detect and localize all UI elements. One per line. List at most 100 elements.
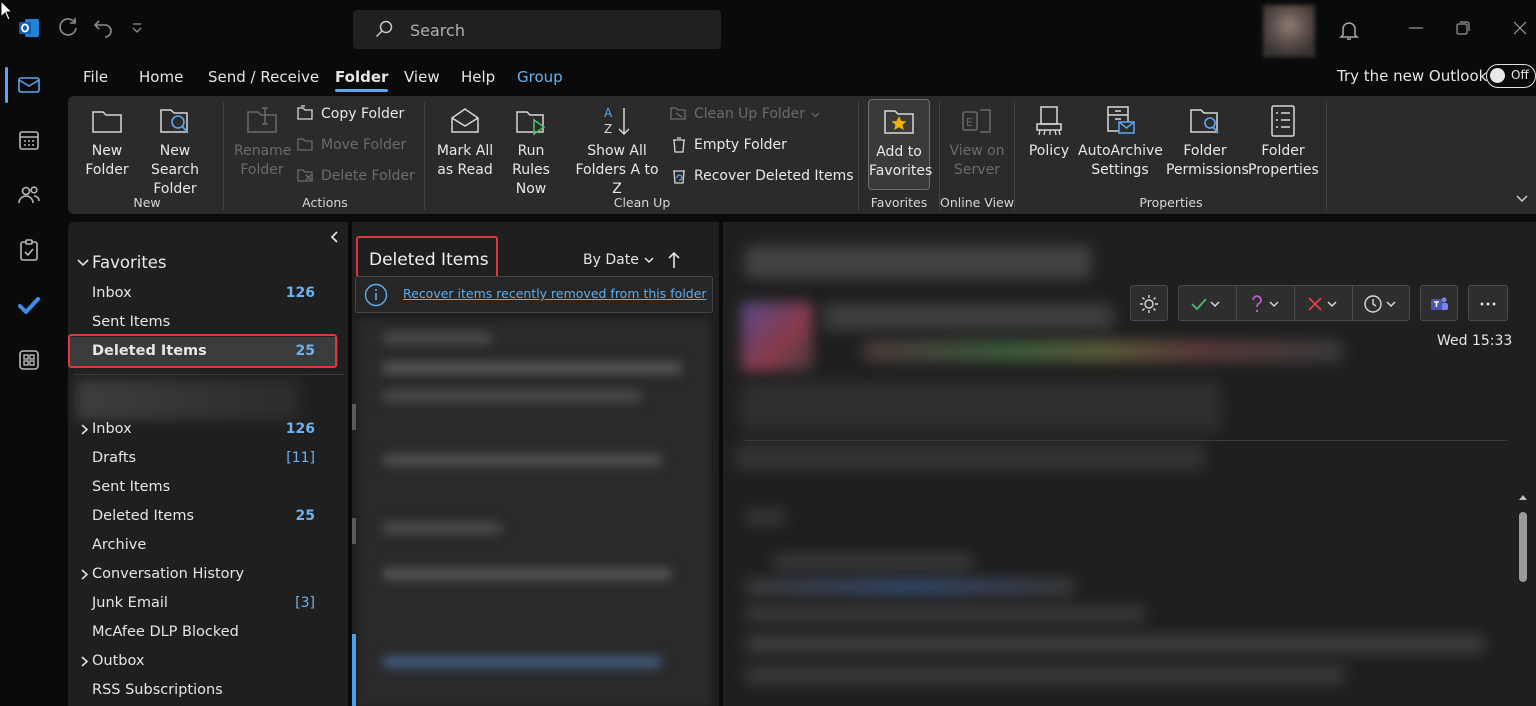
tab-home[interactable]: Home xyxy=(139,68,183,86)
list-marker xyxy=(352,404,356,430)
favorite-item-sent-items[interactable]: Sent Items xyxy=(68,308,338,337)
policy-button[interactable]: Policy xyxy=(1024,104,1074,161)
chevron-right-icon[interactable] xyxy=(78,568,91,581)
new-search-folder-button[interactable]: New Search Folder xyxy=(136,104,214,199)
restore-icon[interactable] xyxy=(1451,16,1475,40)
folder-item-conversation-history[interactable]: Conversation History xyxy=(68,560,338,589)
minimize-icon[interactable] xyxy=(1404,16,1428,40)
undo-icon[interactable] xyxy=(91,15,115,39)
favorites-header[interactable]: Favorites xyxy=(76,253,167,272)
close-icon[interactable] xyxy=(1508,16,1532,40)
ribbon-separator xyxy=(223,102,224,210)
chevron-down-icon[interactable] xyxy=(1326,294,1338,314)
new-outlook-toggle[interactable]: Off xyxy=(1486,64,1536,88)
outlook-logo-icon[interactable] xyxy=(18,17,40,39)
chevron-down-icon[interactable] xyxy=(1268,294,1280,314)
view-on-server-button[interactable]: E View on Server xyxy=(946,104,1008,180)
more-options-button[interactable] xyxy=(1468,285,1508,321)
chevron-down-icon[interactable] xyxy=(1385,294,1397,314)
folder-item-junk-email[interactable]: Junk Email [3] xyxy=(68,589,338,618)
scroll-up-arrow-icon[interactable] xyxy=(1517,492,1529,502)
tab-folder[interactable]: Folder xyxy=(335,68,389,92)
tasks-icon[interactable] xyxy=(17,238,41,262)
decline-x-icon[interactable] xyxy=(1305,294,1325,314)
empty-folder-label: Empty Folder xyxy=(694,137,787,153)
tab-view[interactable]: View xyxy=(404,68,440,86)
tab-send-receive[interactable]: Send / Receive xyxy=(208,68,319,86)
todo-icon[interactable] xyxy=(17,293,41,317)
new-folder-button[interactable]: New Folder xyxy=(82,104,132,180)
rename-folder-button[interactable]: Rename Folder xyxy=(232,104,292,180)
archive-icon xyxy=(1107,106,1135,134)
folder-properties-button[interactable]: Folder Properties xyxy=(1248,104,1319,180)
delete-folder-label: Delete Folder xyxy=(321,168,415,184)
folder-item-sent-items[interactable]: Sent Items xyxy=(68,473,338,502)
show-all-folders-button[interactable]: A Z Show All Folders A to Z xyxy=(569,104,665,199)
tab-group[interactable]: Group xyxy=(517,68,563,86)
chevron-right-icon[interactable] xyxy=(78,423,91,436)
chevron-left-icon[interactable] xyxy=(328,230,342,244)
mail-icon[interactable] xyxy=(17,73,41,97)
move-folder-icon xyxy=(297,138,313,151)
tab-help[interactable]: Help xyxy=(461,68,495,86)
people-icon[interactable] xyxy=(17,183,41,207)
header-details-redacted xyxy=(741,382,1221,432)
add-to-favorites-button[interactable]: Add to Favorites xyxy=(868,99,932,190)
folder-item-archive[interactable]: Archive xyxy=(68,531,338,560)
folder-permissions-icon xyxy=(1190,109,1219,134)
redacted-line xyxy=(382,454,662,466)
scroll-thumb[interactable] xyxy=(1519,512,1527,582)
brightness-button[interactable] xyxy=(1130,285,1168,321)
clean-up-folder-label: Clean Up Folder xyxy=(694,106,806,122)
clock-icon[interactable] xyxy=(1363,294,1383,314)
run-rules-now-button[interactable]: Run Rules Now xyxy=(498,104,564,199)
folder-permissions-button[interactable]: Folder Permissions xyxy=(1166,104,1249,180)
accept-check-icon[interactable] xyxy=(1189,294,1209,314)
folder-item-outbox[interactable]: Outbox xyxy=(68,647,338,676)
body-redacted xyxy=(745,666,1345,684)
copy-folder-icon xyxy=(297,105,313,120)
bell-icon[interactable] xyxy=(1337,18,1361,42)
calendar-icon[interactable] xyxy=(17,128,41,152)
tentative-question-icon[interactable] xyxy=(1247,294,1267,314)
group-label-online-view: Online View xyxy=(940,195,1014,210)
delete-folder-button[interactable]: Delete Folder xyxy=(297,167,415,185)
folder-item-drafts[interactable]: Drafts [11] xyxy=(68,444,338,473)
respond-button-group xyxy=(1178,285,1410,321)
customize-icon[interactable] xyxy=(130,22,144,36)
favorite-item-inbox[interactable]: Inbox 126 xyxy=(68,279,338,308)
folder-item-inbox[interactable]: Inbox 126 xyxy=(68,415,338,444)
reading-pane-scrollbar[interactable] xyxy=(1516,492,1530,706)
chevron-down-icon[interactable] xyxy=(1514,190,1530,206)
divider xyxy=(1294,286,1295,320)
apps-icon[interactable] xyxy=(17,348,41,372)
unread-count: 126 xyxy=(285,421,315,437)
move-folder-button[interactable]: Move Folder xyxy=(297,136,406,154)
recover-items-link[interactable]: Recover items recently removed from this… xyxy=(403,286,707,301)
copy-folder-button[interactable]: Copy Folder xyxy=(297,105,404,123)
chevron-down-icon[interactable] xyxy=(1209,294,1221,314)
empty-folder-button[interactable]: Empty Folder xyxy=(670,136,787,154)
search-box[interactable]: Search xyxy=(353,10,721,49)
clean-up-folder-button[interactable]: Clean Up Folder xyxy=(670,105,820,123)
sun-icon xyxy=(1140,295,1158,313)
sort-by-dropdown[interactable]: By Date xyxy=(583,252,655,268)
rename-folder-label: Rename Folder xyxy=(234,143,292,178)
chevron-right-icon[interactable] xyxy=(78,655,91,668)
avatar[interactable] xyxy=(1263,5,1315,57)
mark-all-as-read-button[interactable]: Mark All as Read xyxy=(434,104,496,180)
highlight-box xyxy=(356,236,498,278)
folder-item-mcafee-dlp-blocked[interactable]: McAfee DLP Blocked xyxy=(68,618,338,647)
recover-deleted-items-button[interactable]: Recover Deleted Items xyxy=(670,167,854,185)
sort-direction-arrow-icon[interactable] xyxy=(666,251,682,269)
folder-item-rss-subscriptions[interactable]: RSS Subscriptions xyxy=(68,676,338,705)
divider xyxy=(74,374,344,375)
refresh-icon[interactable] xyxy=(56,15,80,39)
message-list-items-redacted[interactable] xyxy=(358,320,710,706)
folder-item-deleted-items[interactable]: Deleted Items 25 xyxy=(68,502,338,531)
account-name-redacted[interactable] xyxy=(76,380,300,420)
autoarchive-settings-button[interactable]: AutoArchive Settings xyxy=(1078,104,1163,180)
teams-button[interactable] xyxy=(1420,285,1458,321)
move-folder-label: Move Folder xyxy=(321,137,407,153)
tab-file[interactable]: File xyxy=(83,68,108,86)
